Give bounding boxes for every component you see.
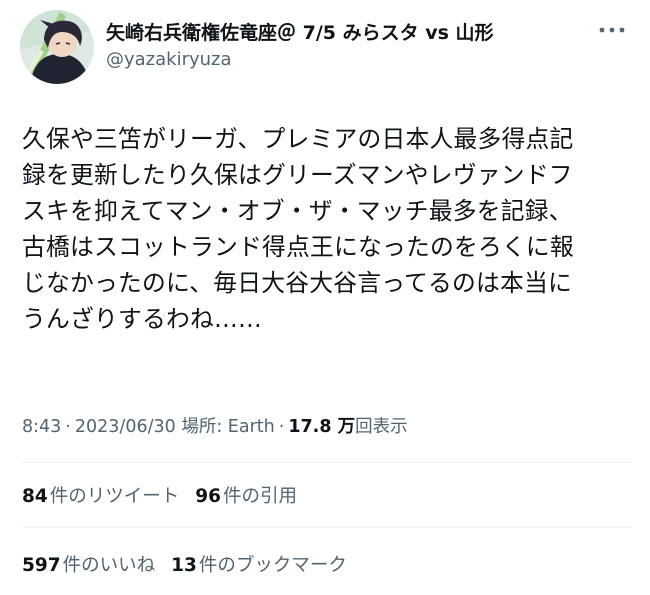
meta-separator: · [65, 417, 71, 437]
tweet-detail: 矢崎右兵衛権佐竜座＠ 7/5 みらスタ vs 山形 @yazakiryuza 久… [0, 0, 650, 595]
retweets-stat[interactable]: 84 件のリツイート [22, 482, 179, 508]
author-display-name[interactable]: 矢崎右兵衛権佐竜座＠ 7/5 みらスタ vs 山形 [106, 18, 494, 45]
author-handle[interactable]: @yazakiryuza [106, 49, 232, 70]
likes-count: 597 [22, 555, 61, 576]
likes-stat[interactable]: 597 件のいいね [22, 551, 155, 577]
tweet-time[interactable]: 8:43 [22, 417, 61, 437]
views-count: 17.8 万 [288, 417, 356, 437]
meta-separator: · [278, 417, 285, 437]
retweets-count: 84 [22, 486, 48, 507]
bookmarks-label: 件のブックマーク [198, 555, 347, 576]
tweet-location: 場所: Earth [181, 417, 275, 437]
quotes-label: 件の引用 [223, 486, 298, 507]
tweet-header: 矢崎右兵衛権佐竜座＠ 7/5 みらスタ vs 山形 @yazakiryuza [0, 0, 650, 92]
likes-label: 件のいいね [62, 555, 156, 576]
quotes-count: 96 [195, 486, 222, 507]
stats-row-shares: 84 件のリツイート 96 件の引用 [22, 480, 632, 510]
tweet-meta: 8:43 · 2023/06/30 場所: Earth · 17.8 万回表示 [22, 413, 632, 438]
divider [22, 527, 632, 528]
bookmarks-count: 13 [171, 555, 197, 576]
quotes-stat[interactable]: 96 件の引用 [195, 482, 297, 508]
more-options-button[interactable] [592, 16, 632, 44]
more-options-icon [599, 27, 625, 33]
profile-avatar[interactable] [20, 10, 94, 84]
bookmarks-stat[interactable]: 13 件のブックマーク [171, 551, 347, 577]
views-label: 回表示 [355, 417, 408, 437]
tweet-text: 久保や三笘がリーガ、プレミアの日本人最多得点記 録を更新したり久保はグリーズマン… [22, 125, 574, 333]
avatar-illustration [20, 10, 94, 84]
stats-row-reactions: 597 件のいいね 13 件のブックマーク [22, 549, 632, 579]
tweet-date[interactable]: 2023/06/30 [75, 417, 176, 437]
retweets-label: 件のリツイート [49, 486, 180, 507]
divider [22, 462, 632, 463]
